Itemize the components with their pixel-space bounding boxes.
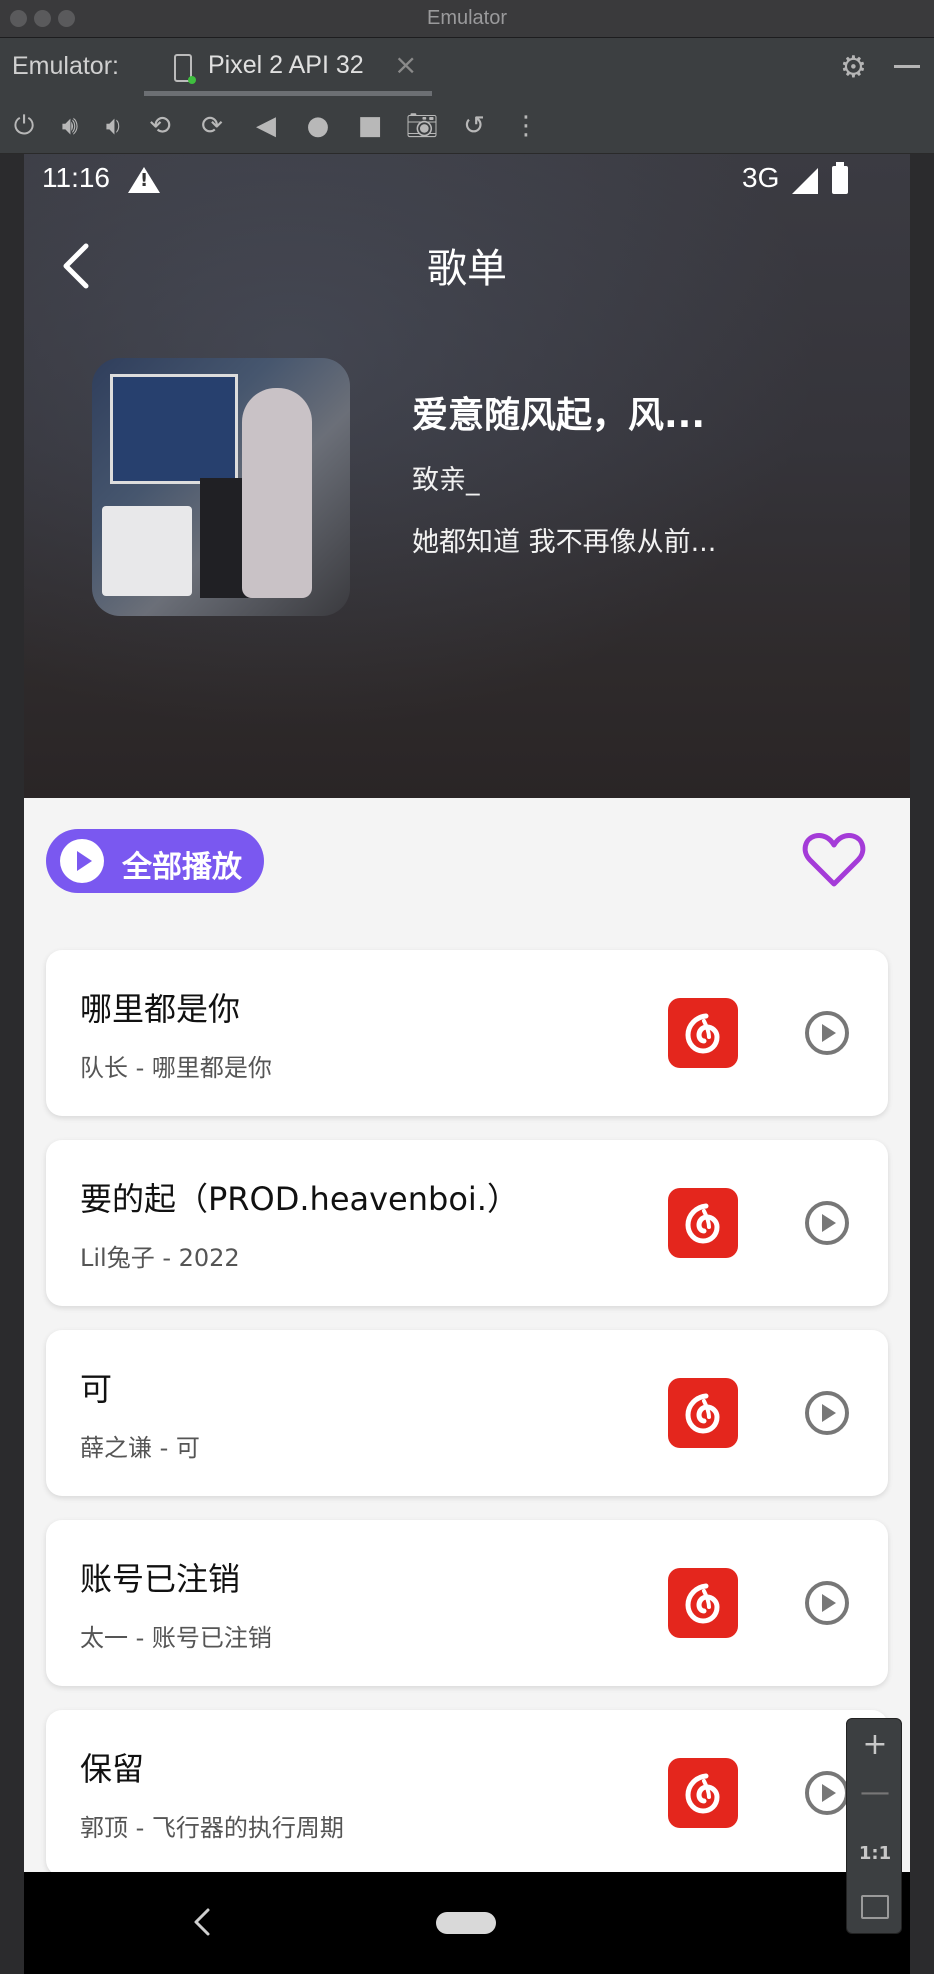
page-title: 歌单 (427, 246, 507, 292)
rotate-right-icon[interactable]: ⟳ (194, 108, 230, 144)
rotate-left-icon[interactable]: ⟲ (142, 108, 178, 144)
favorite-heart-icon[interactable] (802, 830, 866, 890)
play-circle-icon[interactable] (804, 1200, 850, 1246)
play-all-label: 全部播放 (122, 850, 242, 885)
snapshot-icon[interactable]: ↺ (456, 108, 492, 144)
song-title: 账号已注销 (80, 1560, 241, 1598)
play-circle-icon[interactable] (804, 1390, 850, 1436)
song-artist-album: 太一 - 账号已注销 (80, 1624, 272, 1652)
zoom-out-button[interactable]: — (847, 1775, 903, 1810)
volume-up-icon[interactable]: 🔊︎ (52, 108, 88, 144)
song-title: 哪里都是你 (80, 990, 241, 1028)
signal-icon (792, 168, 818, 194)
netease-music-icon[interactable] (668, 1758, 738, 1828)
netease-music-icon[interactable] (668, 1378, 738, 1448)
tab-pixel-2-api-32[interactable]: Pixel 2 API 32 × (144, 38, 432, 98)
netease-music-icon[interactable] (668, 1568, 738, 1638)
song-artist-album: 队长 - 哪里都是你 (80, 1054, 272, 1082)
minimize-panel-icon[interactable] (894, 65, 920, 68)
warning-icon (128, 167, 160, 193)
gear-icon[interactable]: ⚙ (840, 50, 867, 85)
more-icon[interactable]: ⋮ (508, 108, 544, 144)
playlist-header: 11:16 3G 歌单 爱意随风起，风... 致亲_ 她都知道 我不再像从前..… (24, 154, 910, 798)
status-network: 3G (742, 162, 780, 193)
battery-icon (832, 162, 848, 194)
zoom-fit-icon[interactable] (861, 1895, 889, 1919)
home-icon[interactable]: ● (300, 108, 336, 144)
song-artist-album: Lil兔子 - 2022 (80, 1244, 240, 1272)
zoom-in-button[interactable]: + (847, 1727, 903, 1762)
playlist-title: 爱意随风起，风... (412, 395, 706, 436)
song-title: 要的起（PROD.heavenboi.） (80, 1180, 519, 1218)
nav-back-icon[interactable] (192, 1902, 212, 1942)
zoom-one-to-one-button[interactable]: 1:1 (847, 1843, 903, 1864)
status-time: 11:16 (42, 162, 110, 193)
netease-music-icon[interactable] (668, 1188, 738, 1258)
zoom-panel: + — 1:1 (846, 1718, 902, 1934)
song-item[interactable]: 保留 郭顶 - 飞行器的执行周期 (46, 1710, 888, 1876)
playlist-cover-image[interactable] (92, 358, 350, 616)
device-screen: 11:16 3G 歌单 爱意随风起，风... 致亲_ 她都知道 我不再像从前..… (24, 154, 910, 1974)
overview-icon[interactable]: ■ (352, 108, 388, 144)
tab-label: Pixel 2 API 32 (208, 51, 364, 79)
song-item[interactable]: 可 薛之谦 - 可 (46, 1330, 888, 1496)
nav-home-pill[interactable] (436, 1912, 496, 1934)
playlist-description[interactable]: 她都知道 我不再像从前... (412, 520, 716, 559)
song-artist-album: 薛之谦 - 可 (80, 1434, 200, 1462)
window-titlebar: Emulator (0, 0, 934, 38)
song-title: 可 (80, 1370, 113, 1408)
power-icon[interactable]: ⏻ (6, 108, 42, 144)
song-item[interactable]: 账号已注销 太一 - 账号已注销 (46, 1520, 888, 1686)
song-item[interactable]: 要的起（PROD.heavenboi.） Lil兔子 - 2022 (46, 1140, 888, 1306)
emulator-tabbar: Emulator: Pixel 2 API 32 × ⚙ (0, 38, 934, 98)
play-circle-icon[interactable] (804, 1010, 850, 1056)
play-circle-icon[interactable] (804, 1770, 850, 1816)
song-item[interactable]: 哪里都是你 队长 - 哪里都是你 (46, 950, 888, 1116)
screenshot-icon[interactable]: 📷︎ (404, 108, 440, 144)
volume-down-icon[interactable]: 🔉︎ (96, 108, 132, 144)
emulator-toolbar: ⏻ 🔊︎ 🔉︎ ⟲ ⟳ ◀ ● ■ 📷︎ ↺ ⋮ (0, 98, 934, 154)
device-icon (174, 54, 196, 84)
emulator-label: Emulator: (12, 52, 119, 80)
song-list: 哪里都是你 队长 - 哪里都是你 要的起（PROD.heavenboi.） Li… (46, 950, 888, 1900)
back-icon[interactable]: ◀ (248, 108, 284, 144)
song-title: 保留 (80, 1750, 145, 1788)
tab-active-indicator (144, 91, 432, 96)
netease-music-icon[interactable] (668, 998, 738, 1068)
tab-close-icon[interactable]: × (394, 48, 417, 81)
window-title: Emulator (426, 7, 508, 29)
play-all-button[interactable]: 全部播放 (46, 829, 264, 893)
play-circle-icon[interactable] (804, 1580, 850, 1626)
playlist-author[interactable]: 致亲_ (412, 458, 480, 497)
android-nav-bar (24, 1872, 910, 1974)
song-artist-album: 郭顶 - 飞行器的执行周期 (80, 1814, 344, 1842)
play-icon (60, 839, 104, 883)
